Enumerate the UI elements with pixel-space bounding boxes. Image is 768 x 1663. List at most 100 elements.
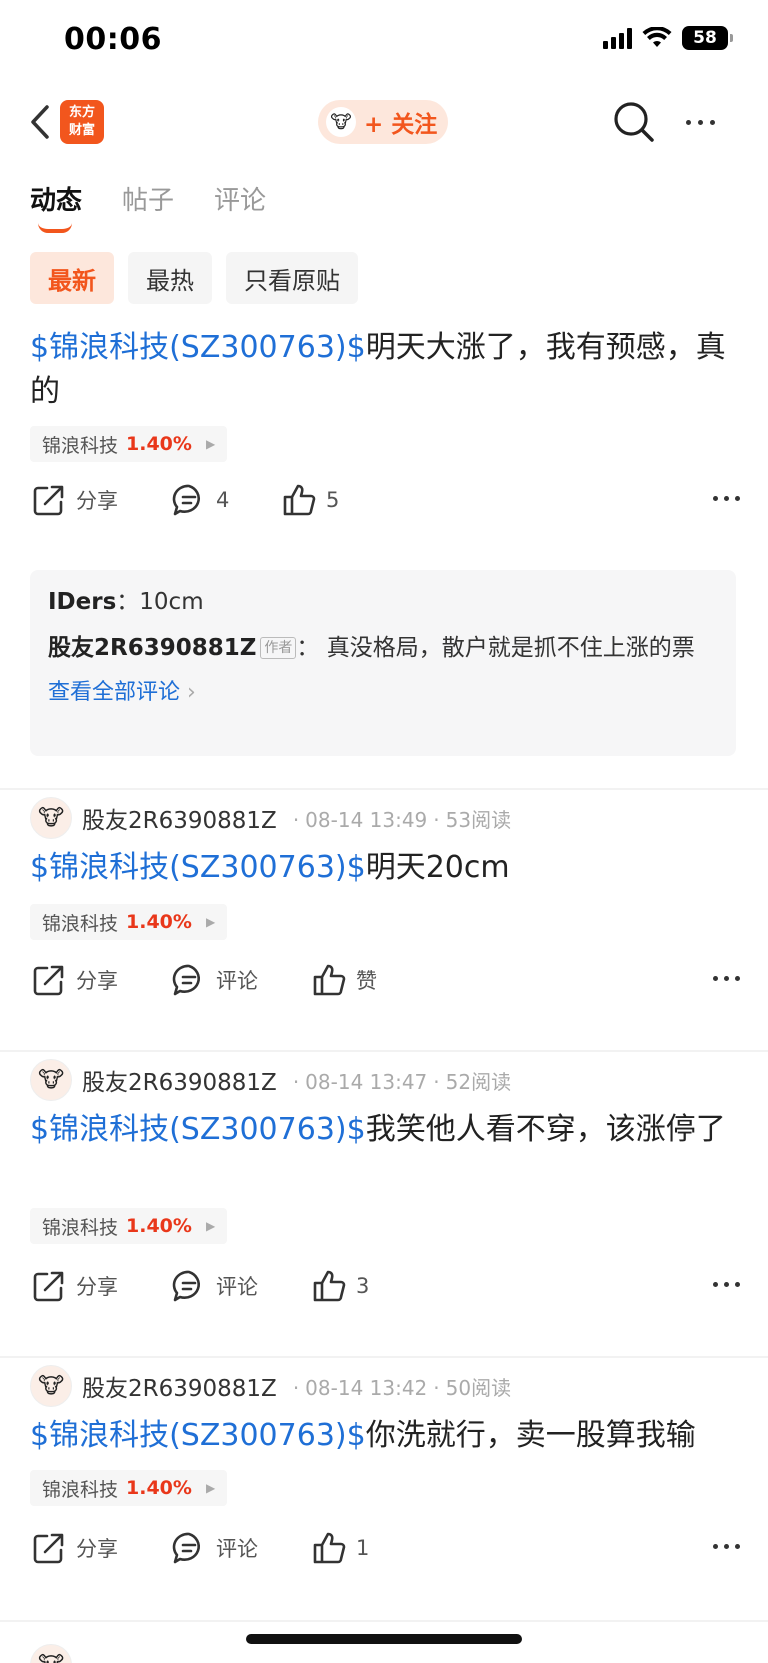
share-icon [33,1271,64,1302]
author-name[interactable]: 股友2R6390881Z [82,801,277,835]
comment-icon [172,1532,200,1564]
post-more-button[interactable] [713,1544,740,1549]
post-card[interactable]: 🐮 股友2R6390881Z · 08-14 13:49 · 53阅读 $锦浪科技(S… [0,790,768,1040]
stock-change: 1.40% [126,433,192,455]
eastmoney-logo[interactable]: 东方 财富 [60,100,104,144]
search-button[interactable] [612,100,656,144]
post-header: 🐮 股友2R6390881Z · 08-14 13:49 · 53阅读 [30,796,511,840]
tab-comments[interactable]: 评论 [214,180,266,233]
share-icon [33,1533,64,1564]
read-count: 52阅读 [445,1069,512,1094]
post-time: 08-14 13:47 [305,1069,428,1094]
share-label: 分享 [76,1537,118,1561]
comment-button[interactable]: 评论 [172,958,258,1002]
like-label: 赞 [356,969,377,993]
share-button[interactable]: 分享 [32,1264,118,1308]
comment-button[interactable]: 评论 [172,1526,258,1570]
comment-count: 4 [216,488,230,512]
post-body: 我笑他人看不穿，该涨停了 [365,1112,726,1147]
stock-name: 锦浪科技 [42,912,119,935]
avatar[interactable]: 🐮 [30,1365,72,1407]
caret-right-icon: ▶ [205,915,216,929]
comment-icon [172,1270,200,1302]
avatar[interactable]: 🐮 [30,1059,72,1101]
post-text[interactable]: $锦浪科技(SZ300763)$明天20cm [30,846,730,890]
avatar[interactable]: 🐮 [30,1644,72,1663]
post-text[interactable]: $锦浪科技(SZ300763)$明天大涨了，我有预感，真的 [30,326,730,414]
like-count: 1 [356,1536,370,1560]
post-actions: 分享 评论 3 [30,1264,740,1308]
comment-text: 真没格局，散户就是抓不住上涨的票 [326,635,695,661]
filter-hottest[interactable]: 最热 [128,252,212,304]
author-name[interactable]: 股友2R6390881Z [82,1369,277,1403]
commenter-name[interactable]: 股友2R6390881Z [48,635,256,661]
stock-name: 锦浪科技 [42,1216,119,1239]
comment-label: 评论 [216,1275,258,1299]
back-button[interactable] [22,98,58,146]
post-divider [0,1620,768,1622]
share-button[interactable]: 分享 [32,478,118,522]
share-label: 分享 [76,1275,118,1299]
tab-label: 帖子 [122,186,175,216]
stock-tag[interactable]: 锦浪科技 1.40% ▶ [30,1470,228,1506]
more-dots-icon [685,119,691,125]
stock-name: 锦浪科技 [42,434,119,457]
post-text[interactable]: $锦浪科技(SZ300763)$我笑他人看不穿，该涨停了 [30,1108,730,1152]
post-more-button[interactable] [713,976,740,981]
content-tabs: 动态 帖子 评论 [30,180,266,233]
like-button[interactable]: 1 [312,1526,369,1570]
status-icons: 58 [603,26,733,50]
filter-latest[interactable]: 最新 [30,252,114,304]
post-more-button[interactable] [713,1282,740,1287]
stock-link[interactable]: $锦浪科技(SZ300763)$ [30,330,366,365]
caret-right-icon: ▶ [205,437,216,451]
share-button[interactable]: 分享 [32,1526,118,1570]
stock-tag[interactable]: 锦浪科技 1.40% ▶ [30,426,228,462]
view-all-comments-link[interactable]: 查看全部评论 › [48,676,718,710]
post-card[interactable]: 🐮 股友2R6390881Z · 08-14 13:42 · 50阅读 $锦浪科技(S… [0,1358,768,1608]
like-button[interactable]: 赞 [312,958,377,1002]
like-count: 3 [356,1274,370,1298]
stock-link[interactable]: $锦浪科技(SZ300763)$ [30,850,366,885]
post-meta: · 08-14 13:49 · 53阅读 [292,807,512,832]
thumbs-up-icon [313,1532,346,1564]
more-menu-button[interactable] [678,106,722,138]
stock-tag[interactable]: 锦浪科技 1.40% ▶ [30,904,228,940]
commenter-name[interactable]: IDers [48,589,116,615]
comment-preview[interactable]: IDers：10cm 股友2R6390881Z 作者： 真没格局，散户就是抓不住上… [30,570,736,756]
follow-button[interactable]: 🐮 + 关注 [318,100,448,144]
caret-right-icon: ▶ [205,1481,216,1495]
post-card[interactable]: 🐮 股友2R6390881Z · 08-14 13:47 · 52阅读 $锦浪科技(S… [0,1052,768,1338]
filter-original-only[interactable]: 只看原贴 [226,252,358,304]
tab-posts[interactable]: 帖子 [122,180,174,233]
stock-link[interactable]: $锦浪科技(SZ300763)$ [30,1112,366,1147]
wifi-icon [642,27,672,47]
avatar[interactable]: 🐮 [30,797,72,839]
post-time: 08-14 13:49 [305,807,428,832]
stock-tag[interactable]: 锦浪科技 1.40% ▶ [30,1208,228,1244]
tab-dynamic[interactable]: 动态 [30,180,82,233]
thumbs-up-icon [313,964,346,996]
post-text[interactable]: $锦浪科技(SZ300763)$你洗就行，卖一股算我输 [30,1414,730,1458]
like-button[interactable]: 3 [312,1264,369,1308]
home-indicator [246,1634,522,1644]
share-button[interactable]: 分享 [32,958,118,1002]
comment-button[interactable]: 4 [172,478,229,522]
thumbs-up-icon [313,1270,346,1302]
cellular-signal-icon [603,27,632,49]
post-header: 🐮 股友2R6390881Z · 08-14 13:47 · 52阅读 [30,1058,511,1102]
author-name[interactable]: 股友2R6390881Z [82,1063,277,1097]
comment-button[interactable]: 评论 [172,1264,258,1308]
post-feed[interactable]: $锦浪科技(SZ300763)$明天大涨了，我有预感，真的 锦浪科技 1.40% ▶… [0,310,768,1663]
post-card[interactable]: $锦浪科技(SZ300763)$明天大涨了，我有预感，真的 锦浪科技 1.40% ▶… [0,310,768,756]
user-avatar-icon: 🐮 [326,107,356,137]
post-time: 08-14 13:42 [305,1375,428,1400]
comment-text: 10cm [139,589,204,615]
status-bar: 00:06 58 [0,0,768,84]
post-more-button[interactable] [713,496,740,501]
search-icon [614,102,654,142]
thumbs-up-icon [283,484,316,516]
stock-link[interactable]: $锦浪科技(SZ300763)$ [30,1418,366,1453]
chevron-left-icon [31,105,49,139]
like-button[interactable]: 5 [282,478,339,522]
